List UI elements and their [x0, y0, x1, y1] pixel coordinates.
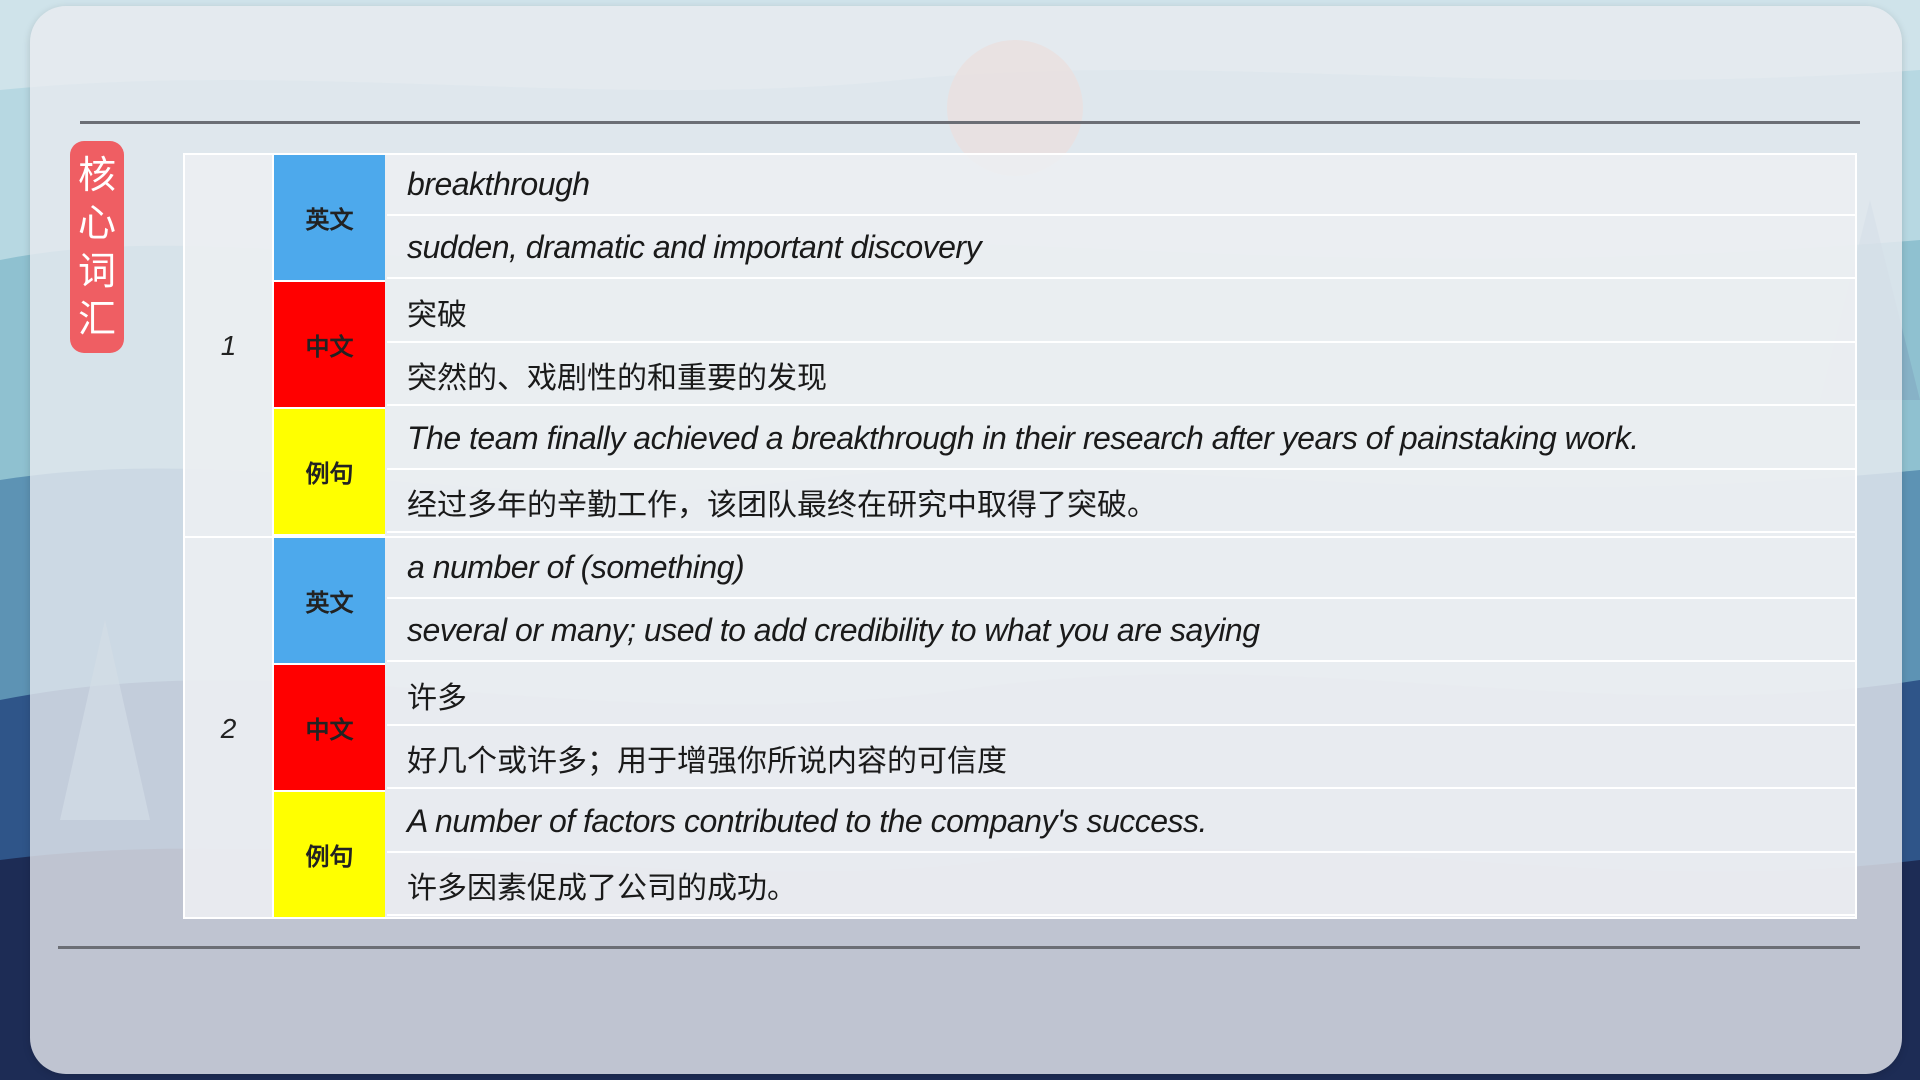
example-block: 例句 The team finally achieved a breakthro… — [274, 409, 1857, 536]
chinese-block: 中文 许多 好几个或许多；用于增强你所说内容的可信度 — [274, 665, 1857, 792]
chinese-word: 许多 — [387, 665, 1857, 726]
vocabulary-table: 1 英文 breakthrough sudden, dramatic and i… — [183, 153, 1857, 919]
chinese-definition: 突然的、戏剧性的和重要的发现 — [387, 345, 1857, 406]
entry-number: 2 — [185, 538, 274, 919]
side-tag-char: 汇 — [77, 297, 116, 341]
english-definition: several or many; used to add credibility… — [387, 601, 1857, 662]
top-divider — [80, 121, 1860, 124]
example-chinese: 许多因素促成了公司的成功。 — [387, 855, 1857, 916]
english-block: 英文 breakthrough sudden, dramatic and imp… — [274, 155, 1857, 282]
chinese-definition: 好几个或许多；用于增强你所说内容的可信度 — [387, 728, 1857, 789]
vocab-entry: 1 英文 breakthrough sudden, dramatic and i… — [185, 155, 1857, 538]
chinese-tag: 中文 — [274, 665, 385, 792]
side-tag-char: 心 — [77, 201, 116, 245]
vocab-entry: 2 英文 a number of (something) several or … — [185, 538, 1857, 919]
example-tag: 例句 — [274, 409, 385, 536]
english-word: a number of (something) — [387, 538, 1857, 599]
entry-number: 1 — [185, 155, 274, 536]
side-tag-char: 核 — [77, 153, 116, 197]
english-tag: 英文 — [274, 538, 385, 665]
example-chinese: 经过多年的辛勤工作，该团队最终在研究中取得了突破。 — [387, 472, 1857, 533]
chinese-word: 突破 — [387, 282, 1857, 343]
side-tag-char: 词 — [77, 249, 116, 293]
bottom-divider — [58, 946, 1860, 949]
example-english: The team finally achieved a breakthrough… — [387, 409, 1857, 470]
chinese-tag: 中文 — [274, 282, 385, 409]
english-definition: sudden, dramatic and important discovery — [387, 218, 1857, 279]
core-vocabulary-tag: 核 心 词 汇 — [70, 141, 124, 353]
chinese-block: 中文 突破 突然的、戏剧性的和重要的发现 — [274, 282, 1857, 409]
english-tag: 英文 — [274, 155, 385, 282]
example-tag: 例句 — [274, 792, 385, 919]
example-block: 例句 A number of factors contributed to th… — [274, 792, 1857, 919]
example-english: A number of factors contributed to the c… — [387, 792, 1857, 853]
english-word: breakthrough — [387, 155, 1857, 216]
english-block: 英文 a number of (something) several or ma… — [274, 538, 1857, 665]
